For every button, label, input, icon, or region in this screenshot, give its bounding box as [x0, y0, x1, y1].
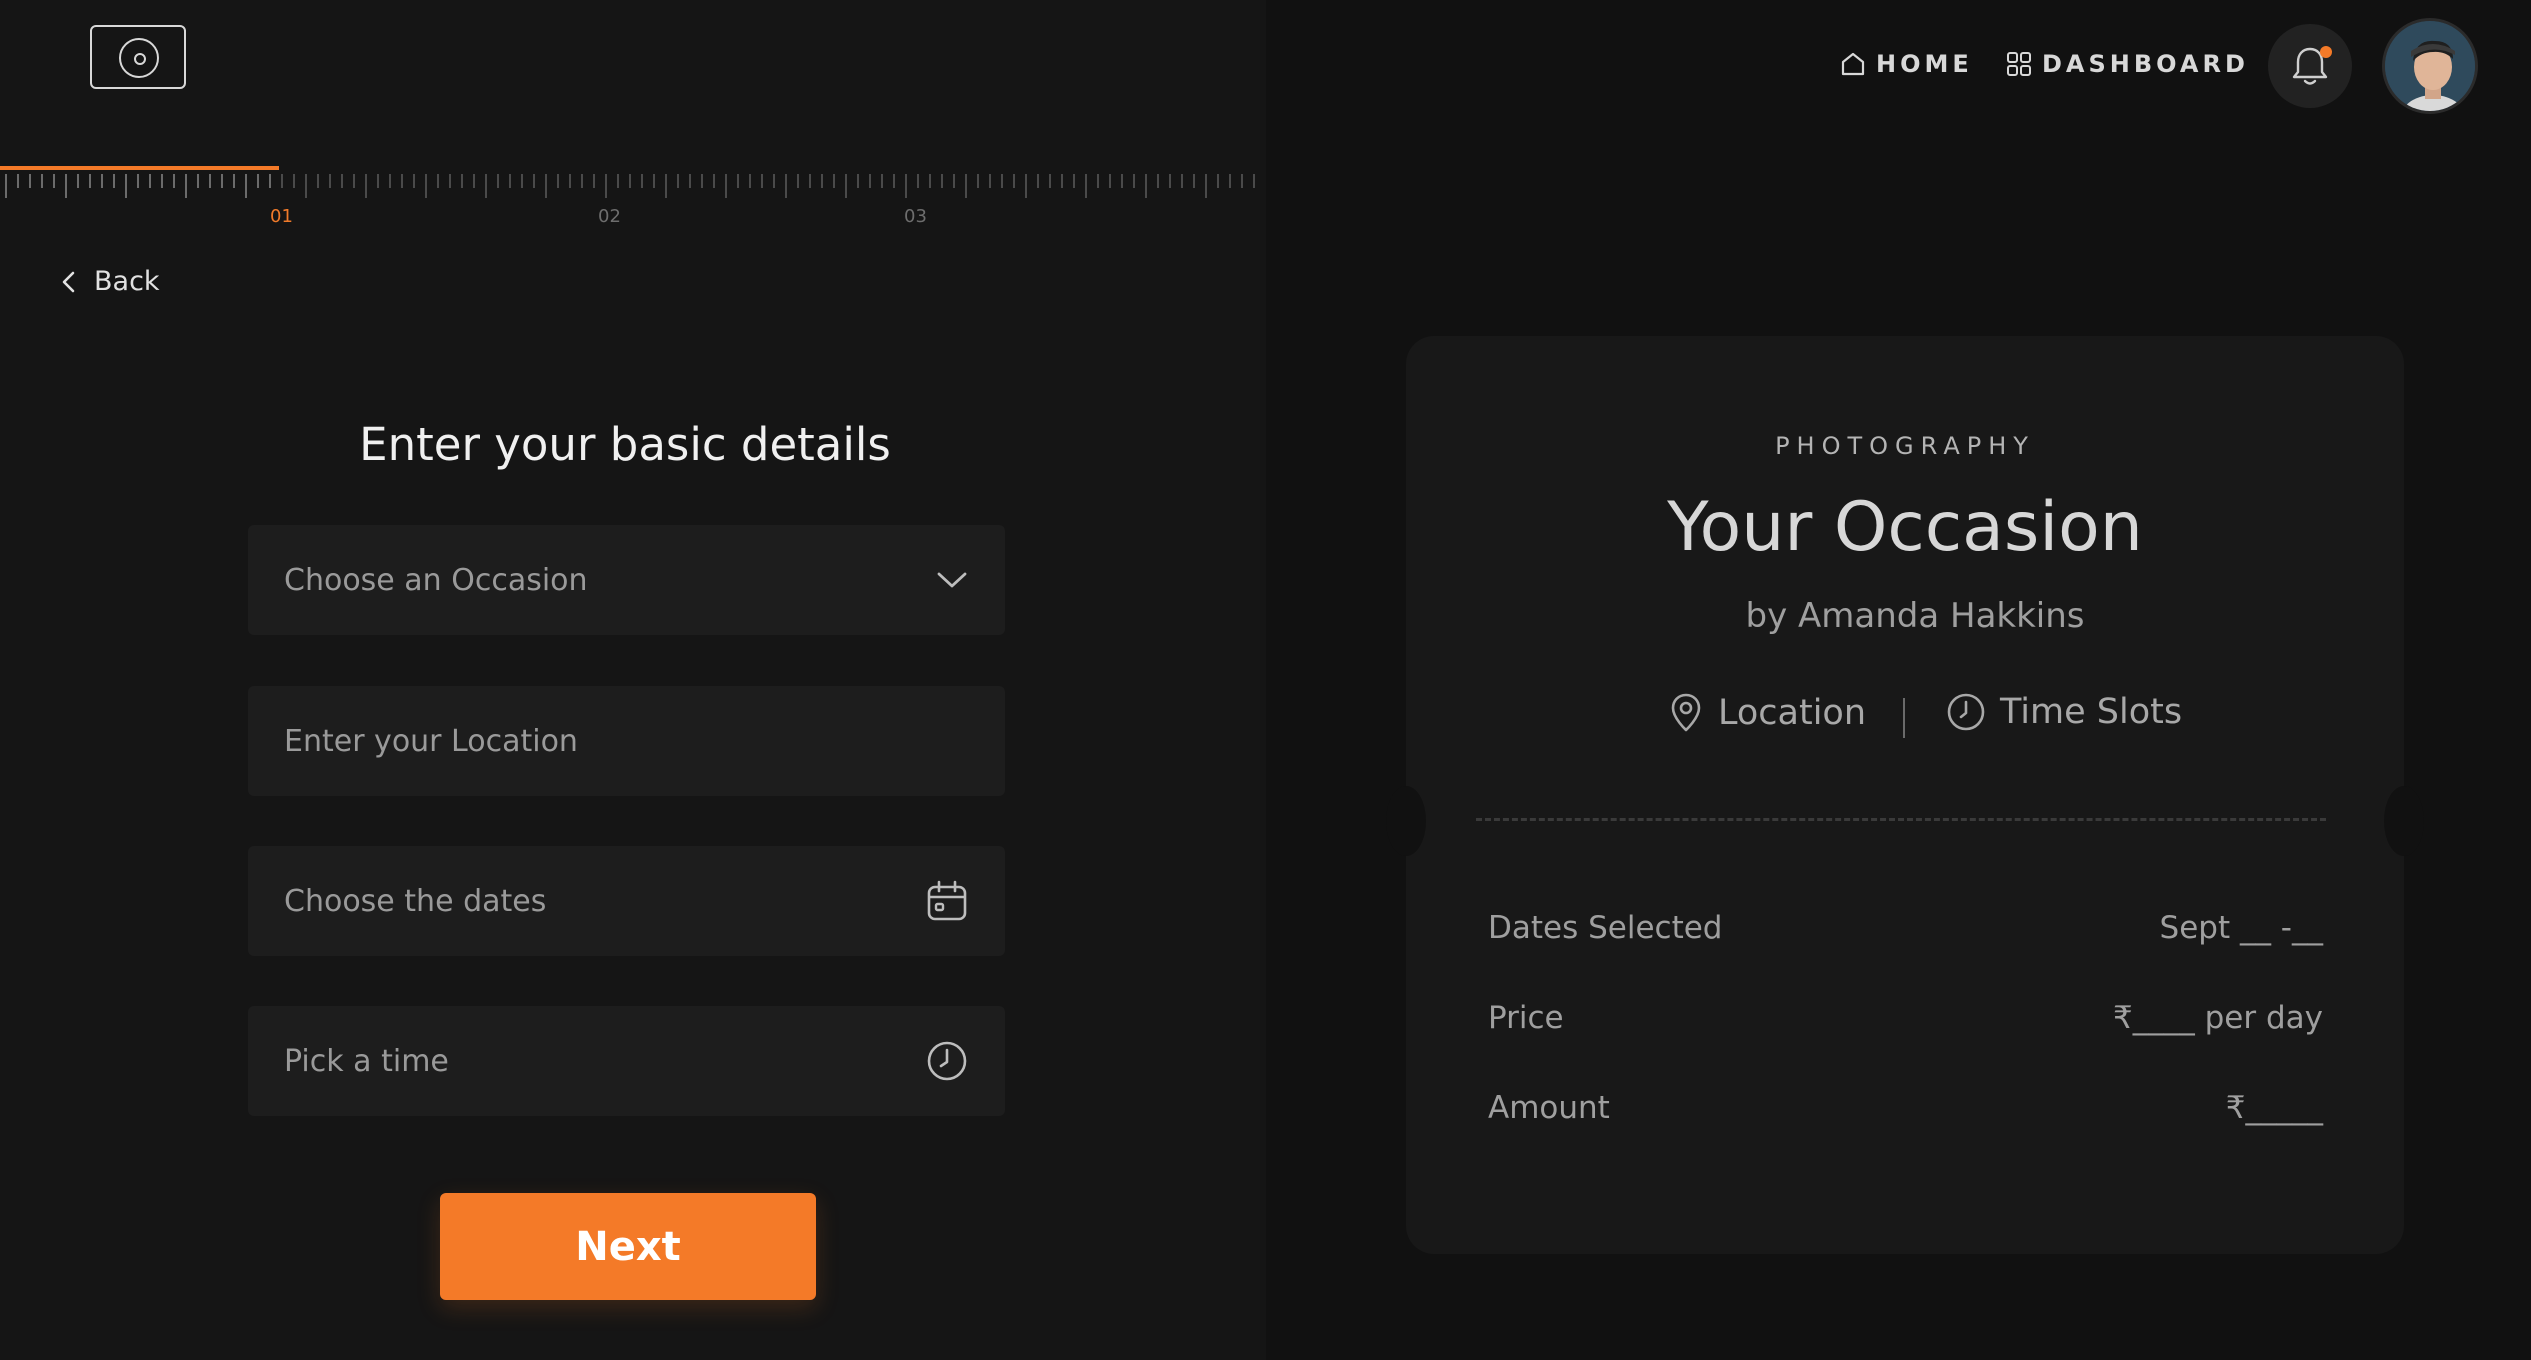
form-title: Enter your basic details [359, 418, 891, 471]
notifications-button[interactable] [2268, 24, 2352, 108]
back-label: Back [94, 266, 160, 297]
meta-divider [1903, 698, 1905, 738]
dates-selected-label: Dates Selected [1488, 910, 1723, 946]
clock-icon[interactable] [925, 1039, 969, 1083]
lens-dot [134, 53, 146, 65]
card-location: Location [1668, 692, 1866, 734]
step-progress-ruler [0, 166, 1266, 200]
calendar-icon[interactable] [925, 879, 969, 923]
progress-fill [0, 166, 279, 170]
notification-badge [2320, 46, 2332, 58]
ruler-ticks [0, 166, 1255, 198]
card-time-slots: Time Slots [1946, 692, 2182, 732]
camera-logo-icon[interactable] [90, 25, 186, 89]
nav-dashboard[interactable]: DASHBOARD [2006, 50, 2249, 78]
ticket-notch-left [1386, 786, 1426, 856]
occasion-select-label: Choose an Occasion [284, 562, 588, 598]
amount-label: Amount [1488, 1090, 1610, 1126]
step-label-3[interactable]: 03 [904, 206, 927, 227]
price-label: Price [1488, 1000, 1564, 1036]
grid-icon [2007, 52, 2031, 76]
dates-picker[interactable]: Choose the dates [248, 846, 1005, 956]
dates-picker-label: Choose the dates [284, 883, 547, 919]
amount-value: ₹_____ [2225, 1090, 2323, 1126]
occasion-select[interactable]: Choose an Occasion [248, 525, 1005, 635]
ticket-notch-right [2384, 786, 2424, 856]
dates-selected-value: Sept __ -__ [2159, 910, 2323, 946]
avatar[interactable] [2382, 18, 2478, 114]
location-input[interactable] [284, 723, 969, 759]
chevron-down-icon [937, 572, 967, 588]
clock-icon [1947, 693, 1985, 731]
step-label-1[interactable]: 01 [270, 206, 293, 227]
card-location-label: Location [1718, 693, 1867, 733]
nav-home-label: HOME [1876, 50, 1973, 78]
time-picker-label: Pick a time [284, 1043, 449, 1079]
chevron-left-icon [62, 271, 75, 292]
card-byline: by Amanda Hakkins [1745, 596, 2085, 636]
card-title: Your Occasion [1667, 488, 2143, 567]
card-time-slots-label: Time Slots [2000, 692, 2183, 732]
location-field[interactable] [248, 686, 1005, 796]
location-pin-icon [1671, 693, 1701, 732]
nav-home[interactable]: HOME [1840, 50, 1973, 78]
price-value: ₹____ per day [2113, 1000, 2323, 1036]
next-button[interactable]: Next [440, 1193, 816, 1300]
card-category: PHOTOGRAPHY [1775, 432, 2035, 460]
step-label-2[interactable]: 02 [598, 206, 621, 227]
ticket-dashed-divider [1476, 818, 2326, 821]
home-icon [1841, 52, 1865, 76]
time-picker[interactable]: Pick a time [248, 1006, 1005, 1116]
booking-form-panel [0, 0, 1266, 1360]
back-button[interactable]: Back [58, 266, 160, 297]
nav-dashboard-label: DASHBOARD [2042, 50, 2249, 78]
